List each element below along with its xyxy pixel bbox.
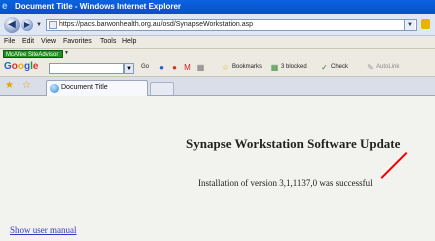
page-content: Synapse Workstation Software Update Inst… [0, 96, 435, 241]
annotation-arrow [380, 152, 408, 179]
menu-icon[interactable]: ▦ [196, 63, 205, 72]
menu-file[interactable]: File [4, 38, 15, 45]
menu-favorites[interactable]: Favorites [63, 38, 92, 45]
tab-bar: ★ ☆ Document Title [0, 77, 435, 96]
address-bar: ◀ ▶ ▼ https://pacs.barwonhealth.org.au/o… [0, 14, 435, 36]
autolink-icon: ✎ [367, 63, 374, 72]
mcafee-siteadvisor-button[interactable]: McAfee SiteAdvisor [3, 50, 63, 58]
install-status-message: Installation of version 3,1,1137,0 was s… [198, 178, 373, 188]
search-icon[interactable]: ● [157, 63, 166, 72]
google-go-button[interactable]: Go [141, 64, 149, 70]
window-title: Document Title - Windows Internet Explor… [15, 2, 182, 11]
menu-bar: File Edit View Favorites Tools Help [0, 36, 435, 49]
bookmark-star-icon[interactable]: ☆ [221, 63, 230, 72]
google-toolbar: Google ▼ Go ● ● M ▦ ☆ Bookmarks ▦ 3 bloc… [0, 59, 435, 77]
favorites-star-icon[interactable]: ★ [5, 80, 14, 91]
url-dropdown-button[interactable]: ▼ [404, 20, 415, 30]
spellcheck-icon: ✓ [321, 63, 328, 72]
mcafee-dropdown[interactable]: ▼ [64, 50, 69, 56]
window-titlebar: e Document Title - Windows Internet Expl… [0, 0, 435, 14]
mcafee-toolbar: McAfee SiteAdvisor ▼ [0, 49, 435, 59]
forward-button[interactable]: ▶ [21, 19, 33, 31]
internet-explorer-icon: e [2, 1, 8, 12]
menu-view[interactable]: View [41, 38, 56, 45]
pagerank-icon[interactable]: ● [170, 63, 179, 72]
menu-help[interactable]: Help [122, 38, 136, 45]
google-search-dropdown[interactable]: ▼ [124, 63, 134, 74]
url-input[interactable]: https://pacs.barwonhealth.org.au/osd/Syn… [46, 19, 417, 31]
add-favorite-icon[interactable]: ☆ [22, 80, 31, 91]
popup-blocked-count[interactable]: 3 blocked [281, 64, 307, 70]
bookmarks-button[interactable]: Bookmarks [232, 64, 262, 70]
recent-pages-dropdown[interactable]: ▼ [36, 22, 42, 28]
popup-blocker-icon: ▦ [270, 63, 279, 72]
menu-edit[interactable]: Edit [22, 38, 34, 45]
autolink-button[interactable]: AutoLink [376, 64, 399, 70]
show-user-manual-link[interactable]: Show user manual [10, 225, 77, 235]
google-logo[interactable]: Google [4, 61, 38, 72]
gmail-icon[interactable]: M [183, 63, 192, 72]
new-tab-button[interactable] [150, 82, 174, 95]
back-button[interactable]: ◀ [4, 17, 20, 33]
page-heading: Synapse Workstation Software Update [186, 136, 401, 151]
tab-page-icon [50, 84, 59, 93]
spellcheck-button[interactable]: Check [331, 64, 348, 70]
page-icon [49, 21, 57, 29]
menu-tools[interactable]: Tools [100, 38, 116, 45]
tab-label: Document Title [61, 84, 108, 91]
tab-document-title[interactable]: Document Title [46, 80, 148, 96]
google-search-input[interactable] [49, 63, 124, 74]
lock-icon[interactable] [421, 19, 430, 29]
